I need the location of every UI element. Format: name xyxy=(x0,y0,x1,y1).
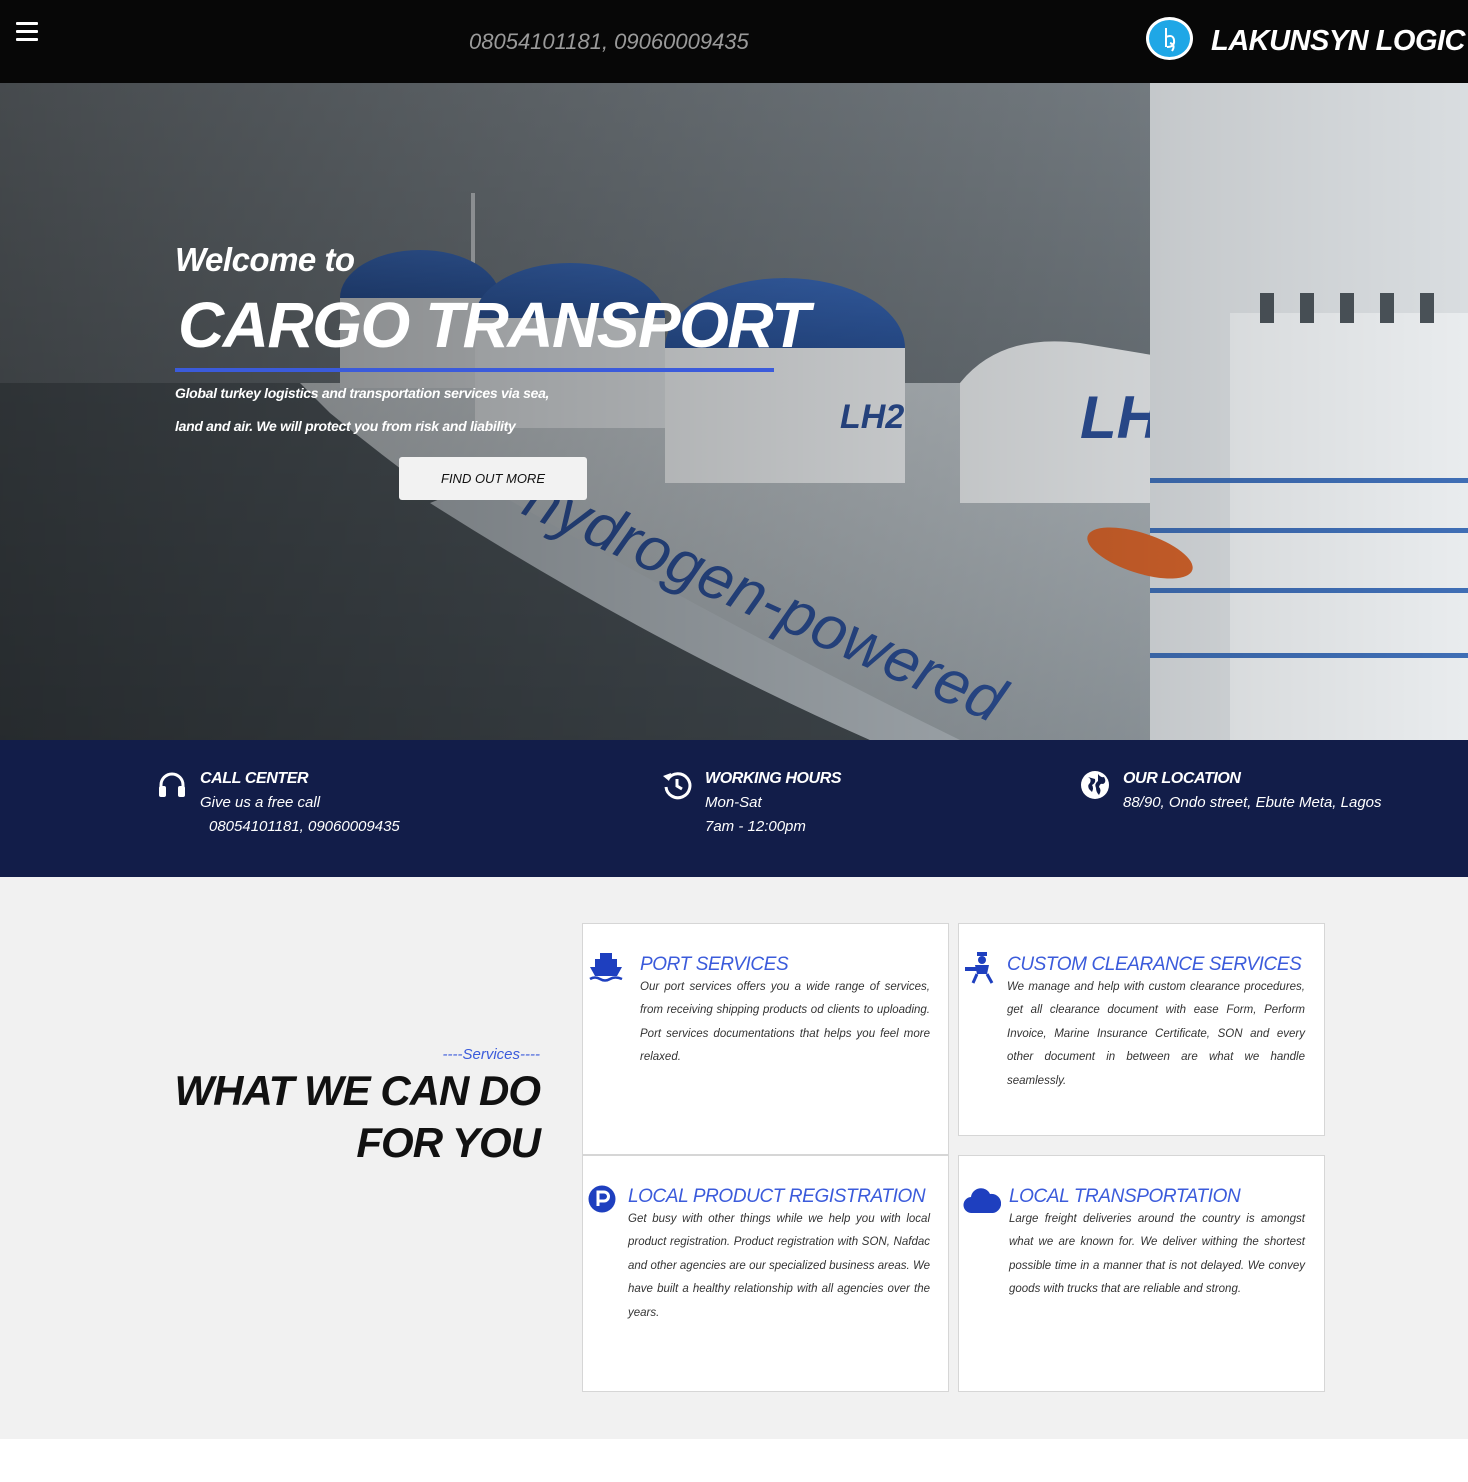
top-navbar: 08054101181, 09060009435 LAKUNSYN LOGIC … xyxy=(0,0,1468,83)
customs-officer-icon xyxy=(965,952,994,984)
service-card-local-transportation[interactable]: LOCAL TRANSPORTATION Large freight deliv… xyxy=(958,1155,1325,1392)
service-description: Our port services offers you a wide rang… xyxy=(640,981,930,1064)
headset-icon xyxy=(159,772,185,797)
location-address: 88/90, Ondo street, Ebute Meta, Lagos xyxy=(1123,794,1382,811)
call-center-title: CALL CENTER xyxy=(200,770,309,787)
service-title: LOCAL PRODUCT REGISTRATION xyxy=(628,1186,926,1207)
globe-icon xyxy=(1081,771,1109,799)
hamburger-menu-icon[interactable] xyxy=(16,22,38,44)
find-out-more-button[interactable]: FIND OUT MORE xyxy=(399,457,587,500)
history-clock-icon xyxy=(663,772,692,800)
service-description: We manage and help with custom clearance… xyxy=(1007,981,1305,1087)
service-description: Large freight deliveries around the coun… xyxy=(1009,1213,1305,1296)
service-title: CUSTOM CLEARANCE SERVICES xyxy=(1007,954,1302,975)
ship-icon xyxy=(589,953,623,982)
call-center-phones[interactable]: 08054101181, 09060009435 xyxy=(209,818,400,835)
working-hours-title: WORKING HOURS xyxy=(705,770,842,787)
working-time: 7am - 12:00pm xyxy=(705,818,806,835)
parking-p-icon xyxy=(588,1185,616,1213)
lakunsyn-logo-icon[interactable] xyxy=(1146,17,1193,60)
working-days: Mon-Sat xyxy=(705,794,762,811)
hero-title: CARGO TRANSPORT xyxy=(178,289,810,361)
contact-info-bar: CALL CENTER Give us a free call 08054101… xyxy=(0,740,1468,877)
service-description: Get busy with other things while we help… xyxy=(628,1213,930,1319)
brand-name[interactable]: LAKUNSYN LOGIC LT xyxy=(1211,25,1468,58)
hero-subtitle: Global turkey logistics and transportati… xyxy=(175,385,550,434)
service-card-custom-clearance[interactable]: CUSTOM CLEARANCE SERVICES We manage and … xyxy=(958,923,1325,1136)
services-heading: WHAT WE CAN DO FOR YOU xyxy=(174,1067,542,1166)
services-eyebrow: ----Services---- xyxy=(442,1046,540,1063)
location-title: OUR LOCATION xyxy=(1123,770,1241,787)
service-title: PORT SERVICES xyxy=(640,954,789,975)
service-card-product-registration[interactable]: LOCAL PRODUCT REGISTRATION Get busy with… xyxy=(582,1155,949,1392)
call-center-line: Give us a free call xyxy=(200,794,321,811)
service-title: LOCAL TRANSPORTATION xyxy=(1009,1186,1241,1207)
top-phone-numbers: 08054101181, 09060009435 xyxy=(469,29,749,54)
hero-title-underline xyxy=(175,368,774,372)
hero-banner: LH2 LH2 hydrogen-powered Welcome to CARG… xyxy=(0,83,1468,740)
hero-welcome-text: Welcome to xyxy=(175,241,355,278)
service-card-port[interactable]: PORT SERVICES Our port services offers y… xyxy=(582,923,949,1155)
cloud-icon xyxy=(963,1188,1001,1214)
services-section: ----Services---- WHAT WE CAN DO FOR YOU … xyxy=(0,877,1468,1439)
